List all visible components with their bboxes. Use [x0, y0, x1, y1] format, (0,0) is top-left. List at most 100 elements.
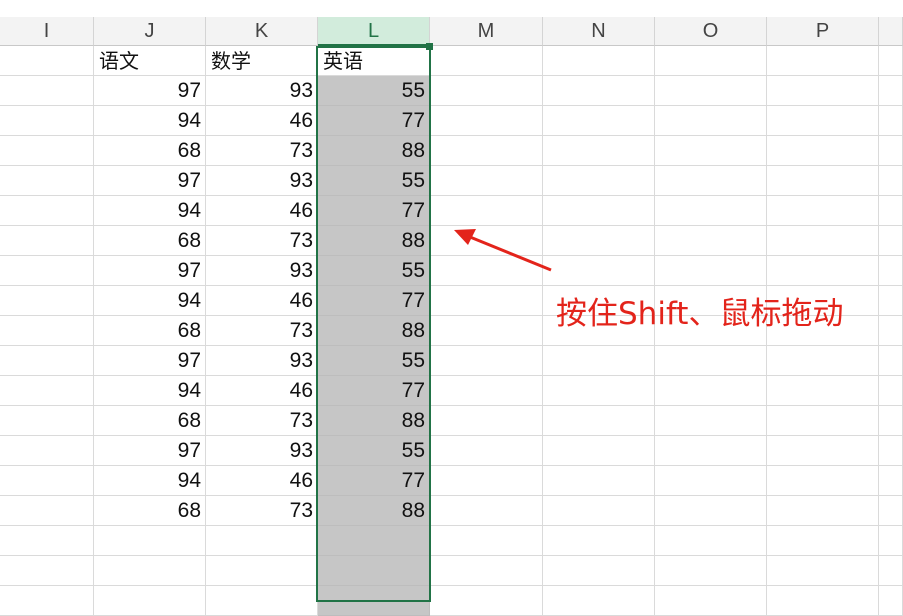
empty-cell[interactable] — [543, 376, 655, 406]
data-cell[interactable]: 55 — [318, 76, 430, 106]
empty-cell[interactable] — [0, 316, 94, 346]
data-cell[interactable]: 46 — [206, 376, 318, 406]
empty-cell[interactable] — [879, 226, 903, 256]
empty-cell[interactable] — [0, 406, 94, 436]
empty-cell[interactable] — [655, 586, 767, 616]
empty-cell[interactable] — [543, 226, 655, 256]
data-cell[interactable]: 46 — [206, 106, 318, 136]
empty-cell[interactable] — [0, 46, 94, 76]
empty-cell[interactable] — [655, 496, 767, 526]
empty-cell[interactable] — [767, 226, 879, 256]
empty-cell[interactable] — [430, 316, 543, 346]
data-cell[interactable]: 77 — [318, 286, 430, 316]
empty-cell[interactable] — [879, 466, 903, 496]
empty-cell[interactable] — [879, 376, 903, 406]
empty-cell[interactable] — [430, 466, 543, 496]
empty-cell[interactable] — [0, 256, 94, 286]
data-cell[interactable]: 88 — [318, 226, 430, 256]
empty-cell[interactable] — [543, 106, 655, 136]
empty-cell[interactable] — [879, 526, 903, 556]
empty-cell[interactable] — [879, 76, 903, 106]
empty-cell[interactable] — [430, 46, 543, 76]
column-header-j[interactable]: J — [94, 17, 206, 46]
data-cell[interactable]: 97 — [94, 436, 206, 466]
data-cell[interactable]: 77 — [318, 196, 430, 226]
empty-cell[interactable] — [767, 556, 879, 586]
data-cell[interactable]: 46 — [206, 466, 318, 496]
empty-cell[interactable] — [879, 346, 903, 376]
empty-cell[interactable] — [0, 346, 94, 376]
header-cell[interactable]: 语文 — [94, 46, 206, 76]
empty-cell[interactable] — [543, 556, 655, 586]
empty-cell[interactable] — [655, 556, 767, 586]
data-cell[interactable]: 68 — [94, 496, 206, 526]
header-cell[interactable]: 英语 — [318, 46, 430, 76]
empty-cell[interactable] — [655, 46, 767, 76]
empty-cell[interactable] — [206, 586, 318, 616]
empty-cell[interactable] — [543, 136, 655, 166]
data-cell[interactable]: 94 — [94, 286, 206, 316]
empty-cell[interactable] — [879, 406, 903, 436]
empty-cell[interactable] — [879, 256, 903, 286]
empty-cell[interactable] — [655, 376, 767, 406]
column-header-n[interactable]: N — [543, 17, 655, 46]
empty-cell[interactable] — [543, 256, 655, 286]
empty-cell[interactable] — [430, 226, 543, 256]
empty-cell[interactable] — [430, 556, 543, 586]
empty-cell[interactable] — [879, 436, 903, 466]
empty-cell[interactable] — [655, 226, 767, 256]
data-cell[interactable]: 73 — [206, 316, 318, 346]
column-header-k[interactable]: K — [206, 17, 318, 46]
empty-cell[interactable] — [430, 406, 543, 436]
empty-cell[interactable] — [430, 196, 543, 226]
data-cell[interactable]: 46 — [206, 196, 318, 226]
empty-cell[interactable] — [543, 436, 655, 466]
column-header-m[interactable]: M — [430, 17, 543, 46]
empty-cell[interactable] — [767, 466, 879, 496]
empty-cell[interactable] — [767, 526, 879, 556]
empty-cell[interactable] — [0, 196, 94, 226]
data-cell[interactable]: 88 — [318, 496, 430, 526]
data-cell[interactable]: 93 — [206, 436, 318, 466]
empty-cell[interactable] — [879, 316, 903, 346]
empty-cell[interactable] — [0, 376, 94, 406]
empty-cell[interactable] — [767, 106, 879, 136]
empty-cell[interactable] — [0, 556, 94, 586]
data-cell[interactable]: 97 — [94, 256, 206, 286]
empty-cell[interactable] — [655, 466, 767, 496]
column-header-p[interactable]: P — [767, 17, 879, 46]
empty-cell[interactable] — [318, 586, 430, 616]
empty-cell[interactable] — [543, 586, 655, 616]
data-cell[interactable]: 68 — [94, 136, 206, 166]
empty-cell[interactable] — [0, 166, 94, 196]
empty-cell[interactable] — [543, 496, 655, 526]
data-cell[interactable]: 97 — [94, 346, 206, 376]
empty-cell[interactable] — [430, 166, 543, 196]
data-cell[interactable]: 55 — [318, 256, 430, 286]
data-cell[interactable]: 68 — [94, 406, 206, 436]
empty-cell[interactable] — [767, 376, 879, 406]
empty-cell[interactable] — [655, 436, 767, 466]
data-cell[interactable]: 55 — [318, 436, 430, 466]
header-cell[interactable]: 数学 — [206, 46, 318, 76]
empty-cell[interactable] — [0, 436, 94, 466]
empty-cell[interactable] — [767, 406, 879, 436]
data-cell[interactable]: 97 — [94, 166, 206, 196]
data-cell[interactable]: 77 — [318, 466, 430, 496]
empty-cell[interactable] — [543, 196, 655, 226]
fill-handle[interactable] — [426, 43, 433, 50]
empty-cell[interactable] — [206, 526, 318, 556]
data-cell[interactable]: 46 — [206, 286, 318, 316]
data-cell[interactable]: 88 — [318, 406, 430, 436]
empty-cell[interactable] — [430, 526, 543, 556]
empty-cell[interactable] — [430, 256, 543, 286]
empty-cell[interactable] — [430, 496, 543, 526]
empty-cell[interactable] — [0, 496, 94, 526]
data-cell[interactable]: 94 — [94, 106, 206, 136]
empty-cell[interactable] — [318, 526, 430, 556]
empty-cell[interactable] — [0, 466, 94, 496]
empty-cell[interactable] — [430, 586, 543, 616]
empty-cell[interactable] — [767, 196, 879, 226]
data-cell[interactable]: 93 — [206, 76, 318, 106]
empty-cell[interactable] — [767, 76, 879, 106]
